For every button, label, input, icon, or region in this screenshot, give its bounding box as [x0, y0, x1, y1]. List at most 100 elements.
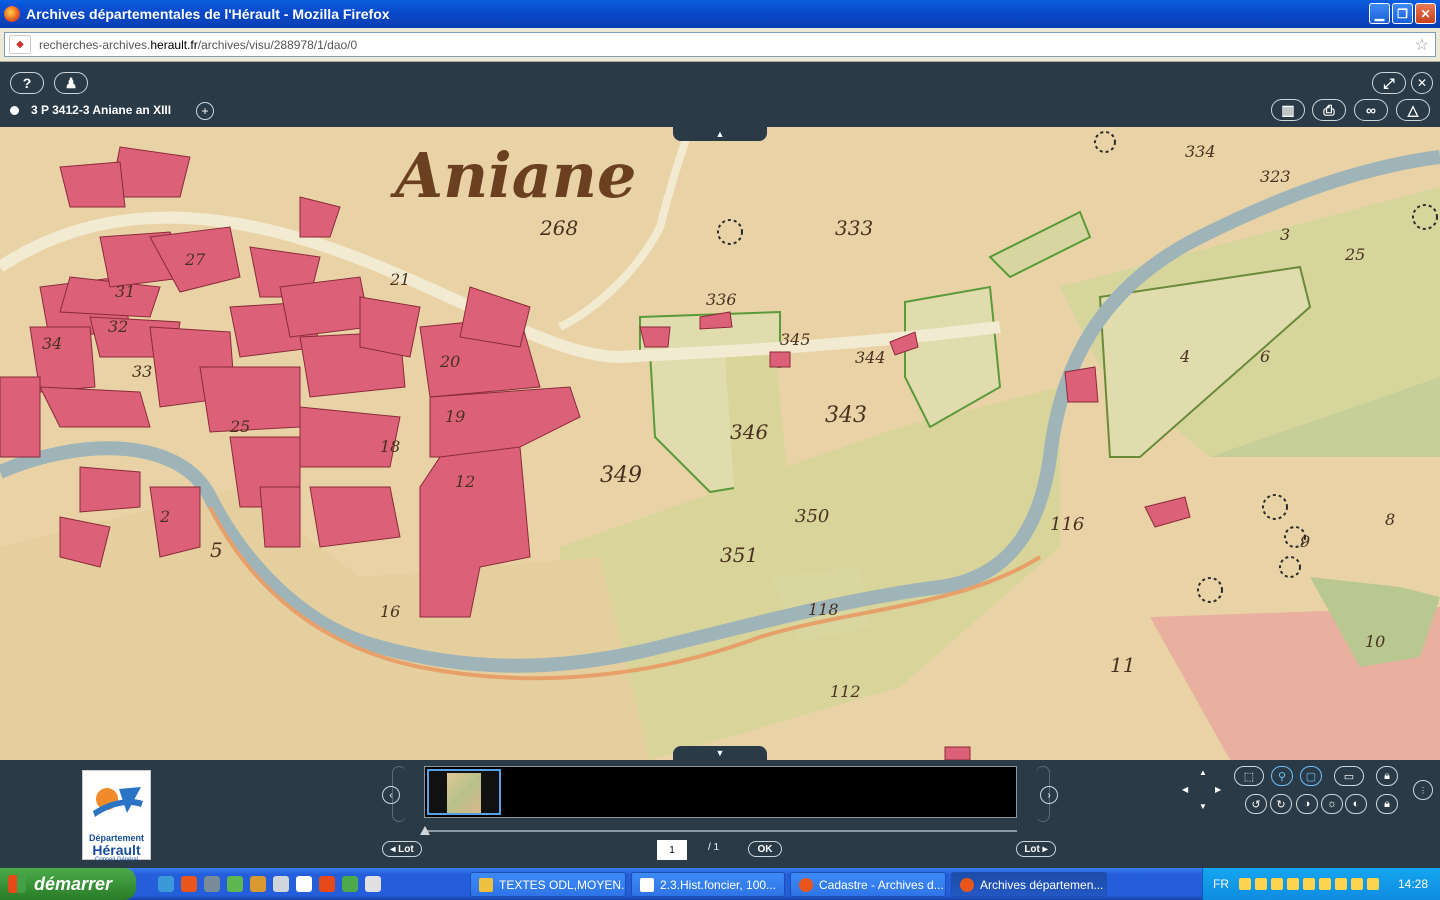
lock-image-tool[interactable]: 🔒︎ [1376, 794, 1398, 814]
pan-left-icon[interactable]: ◀ [1182, 785, 1188, 794]
task-cadastre[interactable]: Cadastre - Archives d... [790, 872, 946, 897]
close-viewer-button[interactable]: ✕ [1411, 72, 1433, 94]
cadastral-map-view[interactable]: Aniane 268 333 334 323 3 25 336 345 344 … [0, 127, 1440, 760]
rotate-left-tool[interactable]: ↺ [1245, 794, 1267, 814]
tray-icon-2[interactable] [1255, 878, 1267, 890]
url-domain: herault.fr [150, 37, 198, 52]
next-image-button[interactable]: › [1040, 786, 1058, 804]
bookmark-star-icon[interactable]: ☆ [1415, 35, 1429, 55]
svg-text:116: 116 [1050, 514, 1084, 535]
task-label: Cadastre - Archives d... [819, 877, 944, 892]
svg-text:346: 346 [730, 420, 768, 444]
tray-icon-7[interactable] [1335, 878, 1347, 890]
network-icon[interactable] [342, 876, 358, 892]
task-hist-foncier[interactable]: 2.3.Hist.foncier, 100... [631, 872, 785, 897]
svg-text:18: 18 [380, 437, 400, 456]
svg-text:16: 16 [380, 602, 400, 621]
pan-right-icon[interactable]: ▶ [1215, 785, 1221, 794]
next-lot-button[interactable]: Lot ▸ [1016, 841, 1056, 857]
clock-app-icon[interactable] [365, 876, 381, 892]
restore-button[interactable]: ❐ [1392, 3, 1413, 24]
tray-icon-5[interactable] [1303, 878, 1315, 890]
site-identity-icon[interactable]: ◆ [9, 35, 31, 54]
task-textes[interactable]: TEXTES ODL,MOYEN... [470, 872, 626, 897]
zoom-tool[interactable]: ⚲ [1271, 766, 1293, 786]
chrome-icon[interactable] [319, 876, 335, 892]
departement-logo[interactable]: Département Hérault Conseil Général [82, 770, 151, 863]
fullscreen-button[interactable]: ⤢ [1372, 72, 1406, 94]
tray-icon-8[interactable] [1351, 878, 1363, 890]
app-icon[interactable] [227, 876, 243, 892]
window-title: Archives départementales de l'Hérault - … [26, 6, 390, 22]
zoom-slider-track[interactable] [424, 830, 1017, 832]
svg-text:2: 2 [159, 507, 170, 526]
close-window-button[interactable]: ✕ [1415, 3, 1436, 24]
svg-text:25: 25 [1344, 245, 1365, 264]
firefox-icon [4, 6, 20, 22]
task-archives[interactable]: Archives départemen... [951, 872, 1107, 897]
thumbnail-strip[interactable] [424, 766, 1017, 818]
collapse-header-tab[interactable]: ▲ [673, 127, 767, 141]
rotate-right-tool[interactable]: ↻ [1270, 794, 1292, 814]
prev-image-button[interactable]: ‹ [382, 786, 400, 804]
tray-icon-9[interactable] [1367, 878, 1379, 890]
svg-text:334: 334 [1185, 142, 1216, 161]
collapse-footer-tab[interactable]: ▼ [673, 746, 767, 760]
link-button[interactable]: ∞ [1354, 99, 1388, 121]
fit-page-tool[interactable]: ▢ [1300, 766, 1322, 786]
tray-icon-3[interactable] [1271, 878, 1283, 890]
start-button[interactable]: démarrer [0, 868, 136, 900]
user-button[interactable]: ♟ [54, 72, 88, 94]
thumbnail-image[interactable] [427, 769, 501, 815]
contrast-tool[interactable]: ◑ [1296, 794, 1318, 814]
page-number-input[interactable] [657, 840, 687, 860]
svg-text:11: 11 [1110, 653, 1135, 677]
tray-icons [1239, 878, 1379, 890]
app2-icon[interactable] [250, 876, 266, 892]
desktop-icon[interactable] [204, 876, 220, 892]
svg-text:34: 34 [42, 334, 62, 353]
prev-lot-button[interactable]: ◂ Lot [382, 841, 422, 857]
address-bar[interactable]: ◆ recherches-archives. herault.fr/archive… [4, 32, 1436, 57]
invert-tool[interactable]: ◐ [1345, 794, 1367, 814]
ok-button[interactable]: OK [748, 841, 782, 857]
clock: 14:28 [1397, 877, 1428, 891]
svg-text:33: 33 [132, 362, 152, 381]
minimize-button[interactable]: ▁ [1369, 3, 1390, 24]
pan-up-icon[interactable]: ▲ [1199, 768, 1207, 777]
windows-taskbar: démarrer TEXTES ODL,MOYEN... 2.3.Hist.fo… [0, 868, 1440, 900]
tray-icon-1[interactable] [1239, 878, 1251, 890]
more-options-button[interactable]: ⋮ [1413, 780, 1433, 800]
slider-knob[interactable] [420, 826, 430, 835]
svg-text:112: 112 [830, 682, 861, 701]
tray-icon-6[interactable] [1319, 878, 1331, 890]
lock-zoom-tool[interactable]: 🔒︎ [1376, 766, 1398, 786]
fit-width-tool[interactable]: ▭ [1334, 766, 1364, 786]
start-label: démarrer [34, 873, 113, 894]
quick-launch [158, 876, 381, 892]
svg-text:351: 351 [720, 543, 758, 567]
ie-icon[interactable] [158, 876, 174, 892]
warning-button[interactable]: △ [1396, 99, 1430, 121]
document-title: 3 P 3412-3 Aniane an XIII [10, 103, 171, 117]
task-label: 2.3.Hist.foncier, 100... [660, 877, 777, 892]
language-indicator[interactable]: FR [1213, 877, 1229, 891]
tray-icon-4[interactable] [1287, 878, 1299, 890]
disc-icon[interactable] [296, 876, 312, 892]
lock-icon: 🔒︎ [1384, 769, 1390, 782]
barcode-button[interactable]: ▥ [1271, 99, 1305, 121]
brightness-tool[interactable]: ☼ [1321, 794, 1343, 814]
task-label: TEXTES ODL,MOYEN... [499, 877, 626, 892]
select-zoom-tool[interactable]: ⬚ [1234, 766, 1264, 786]
user-icon: ♟ [64, 74, 78, 91]
system-tray: FR 14:28 [1202, 868, 1440, 900]
pan-down-icon[interactable]: ▼ [1199, 802, 1207, 811]
viewer-footer: Département Hérault Conseil Général ‹ › … [0, 760, 1440, 868]
help-button[interactable]: ? [10, 72, 44, 94]
media-icon[interactable] [273, 876, 289, 892]
add-button[interactable]: + [196, 102, 214, 120]
firefox-icon [799, 877, 813, 892]
print-button[interactable]: ⎙ [1312, 99, 1346, 121]
firefox-quicklaunch-icon[interactable] [181, 876, 197, 892]
fit-page-icon: ▢ [1305, 770, 1317, 783]
